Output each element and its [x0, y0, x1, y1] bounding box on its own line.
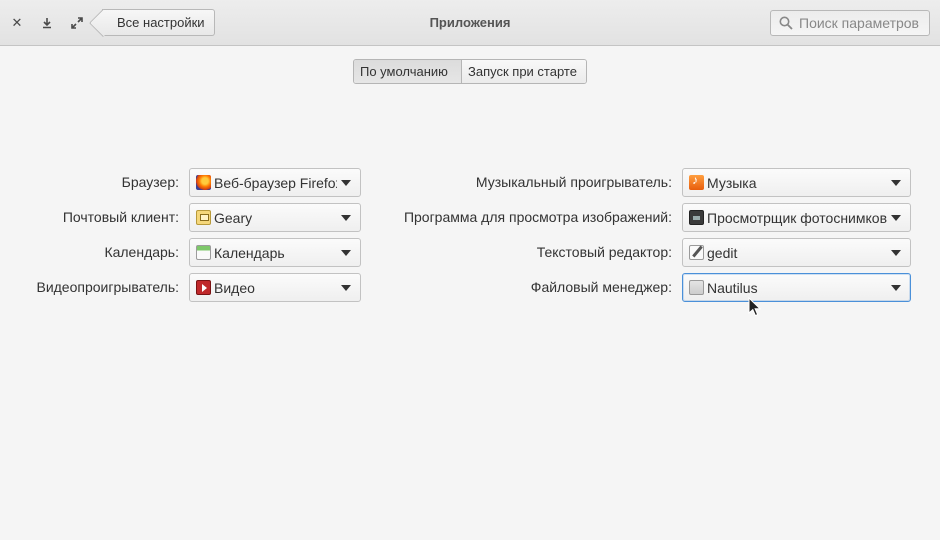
firefox-icon — [196, 175, 211, 190]
music-value: Музыка — [707, 174, 757, 191]
file-manager-value: Nautilus — [707, 279, 758, 296]
text-editor-label: Текстовый редактор: — [536, 244, 672, 260]
tab-defaults[interactable]: По умолчанию — [354, 60, 461, 83]
text-editor-value: gedit — [707, 244, 738, 261]
maximize-icon[interactable] — [67, 13, 87, 33]
music-combo[interactable]: Музыка — [682, 168, 911, 197]
text-editor-combo[interactable]: gedit — [682, 238, 911, 267]
close-icon[interactable]: ✕ — [7, 13, 27, 33]
mouse-cursor-icon — [748, 297, 762, 317]
mail-label: Почтовый клиент: — [62, 209, 179, 225]
dropdown-arrow-icon — [341, 249, 351, 256]
dropdown-arrow-icon — [341, 214, 351, 221]
dropdown-arrow-icon — [341, 284, 351, 291]
calendar-combo[interactable]: Календарь — [189, 238, 361, 267]
file-manager-label: Файловый менеджер: — [530, 279, 672, 295]
music-label: Музыкальный проигрыватель: — [475, 174, 672, 190]
minimize-icon[interactable] — [37, 13, 57, 33]
dropdown-arrow-icon — [891, 249, 901, 256]
video-value: Видео — [214, 279, 255, 296]
header-bar: ✕ Все настройки Приложения — [0, 0, 940, 46]
mode-switcher: По умолчанию Запуск при старте — [353, 59, 587, 84]
dropdown-arrow-icon — [891, 179, 901, 186]
video-label: Видеопроигрыватель: — [36, 279, 179, 295]
calendar-label: Календарь: — [104, 244, 179, 260]
folder-icon — [689, 280, 704, 295]
mail-combo[interactable]: Geary — [189, 203, 361, 232]
music-icon — [689, 173, 704, 190]
search-field[interactable] — [770, 10, 930, 36]
file-manager-combo[interactable]: Nautilus — [682, 273, 911, 302]
mail-value: Geary — [214, 209, 253, 226]
search-icon — [779, 16, 793, 30]
image-viewer-value: Просмотрщик фотоснимков — [707, 209, 887, 226]
photo-viewer-icon — [689, 210, 704, 225]
back-button[interactable]: Все настройки — [102, 9, 215, 36]
browser-value: Веб-браузер Firefox — [214, 174, 337, 191]
calendar-value: Календарь — [214, 244, 285, 261]
back-button-label: Все настройки — [117, 15, 205, 30]
browser-combo[interactable]: Веб-браузер Firefox — [189, 168, 361, 197]
tab-startup[interactable]: Запуск при старте — [461, 60, 586, 83]
image-viewer-combo[interactable]: Просмотрщик фотоснимков — [682, 203, 911, 232]
text-editor-icon — [689, 245, 704, 260]
browser-label: Браузер: — [121, 174, 179, 190]
geary-icon — [196, 210, 211, 225]
dropdown-arrow-icon — [341, 179, 351, 186]
video-icon — [196, 280, 211, 295]
calendar-icon — [196, 245, 211, 260]
dropdown-arrow-icon — [891, 284, 901, 291]
search-input[interactable] — [799, 15, 923, 31]
image-viewer-label: Программа для просмотра изображений: — [403, 209, 672, 225]
video-combo[interactable]: Видео — [189, 273, 361, 302]
dropdown-arrow-icon — [891, 214, 901, 221]
